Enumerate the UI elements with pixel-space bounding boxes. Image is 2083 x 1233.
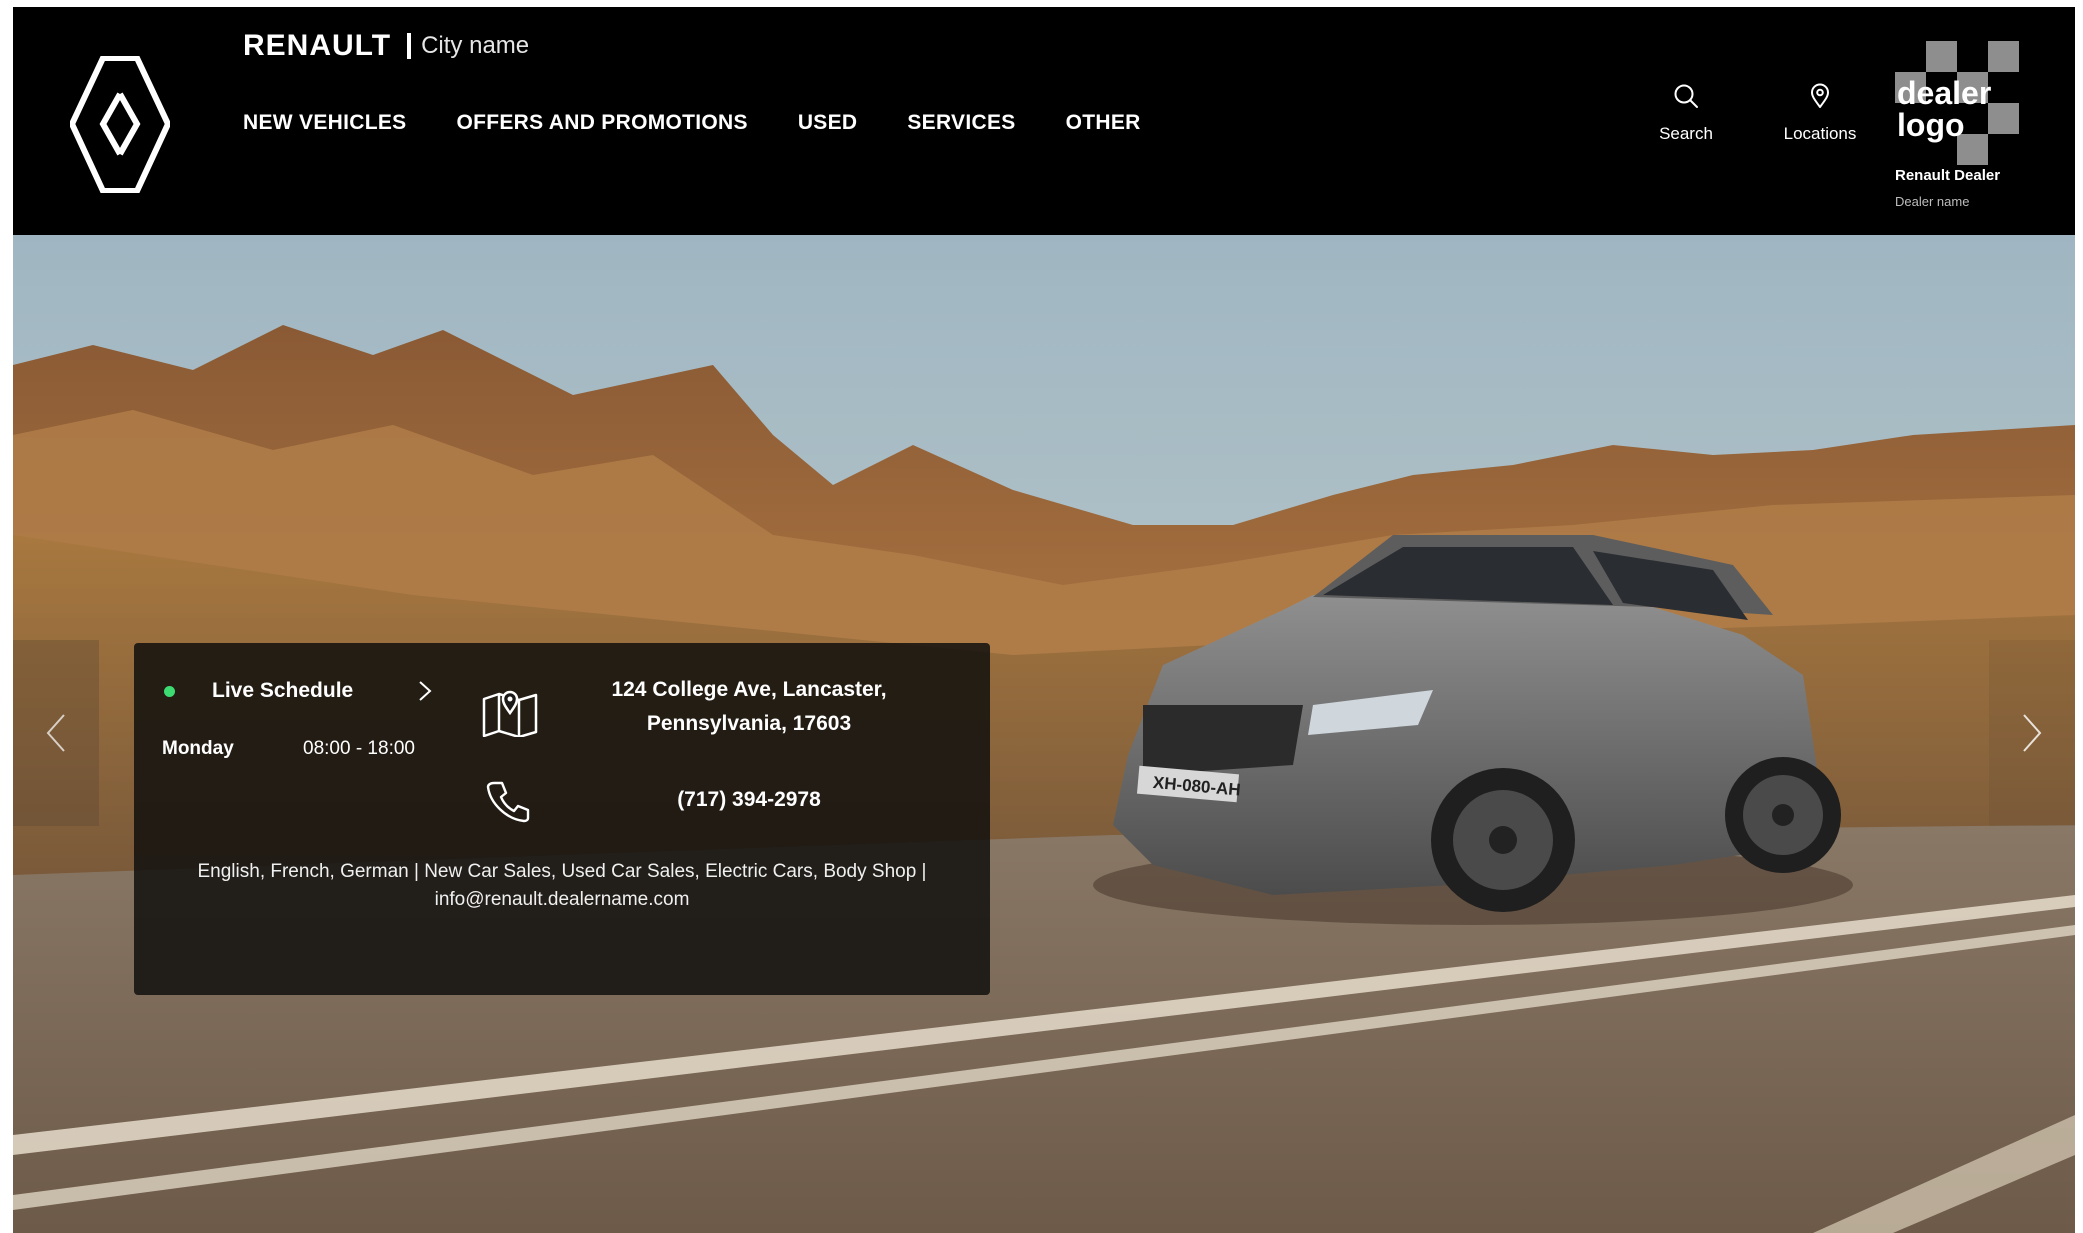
dealer-services: English, French, German | New Car Sales,…	[154, 858, 970, 914]
nav-used[interactable]: USED	[798, 111, 858, 135]
nav-offers-promotions[interactable]: OFFERS AND PROMOTIONS	[456, 111, 747, 135]
live-schedule-toggle[interactable]: Live Schedule	[164, 679, 353, 703]
schedule-hours: 08:00 - 18:00	[303, 738, 415, 759]
nav-new-vehicles[interactable]: NEW VEHICLES	[243, 111, 406, 135]
brand-divider	[407, 33, 412, 59]
search-icon	[1674, 84, 1698, 108]
dealer-block[interactable]: dealer logo Renault Dealer Dealer name	[1895, 41, 2035, 209]
search-button[interactable]: Search	[1626, 82, 1746, 144]
nav-other[interactable]: OTHER	[1066, 111, 1141, 135]
location-pin-icon	[1811, 83, 1829, 108]
locations-button[interactable]: Locations	[1760, 82, 1880, 144]
live-schedule-label: Live Schedule	[212, 679, 354, 702]
dealer-phone[interactable]: (717) 394-2978	[574, 788, 924, 812]
phone-icon	[486, 781, 530, 823]
chevron-left-icon	[46, 714, 65, 752]
page-frame: RENAULT City name NEW VEHICLES OFFERS AN…	[13, 7, 2075, 1233]
dealer-title: Renault Dealer	[1895, 167, 2001, 184]
nav-services[interactable]: SERVICES	[907, 111, 1015, 135]
brand-name[interactable]: RENAULT	[243, 29, 391, 63]
services-line: English, French, German | New Car Sales,…	[197, 861, 927, 882]
main-nav: NEW VEHICLES OFFERS AND PROMOTIONS USED …	[243, 111, 1141, 135]
locations-label: Locations	[1783, 124, 1857, 143]
dealer-address[interactable]: 124 College Ave, Lancaster, Pennsylvania…	[574, 673, 924, 741]
dealer-logo-text: dealer logo	[1897, 75, 1992, 143]
dealer-email[interactable]: info@renault.dealername.com	[154, 886, 970, 914]
dealer-info-card: Live Schedule Monday 08:00 - 18:00 124 C…	[134, 643, 990, 995]
schedule-day: Monday	[162, 738, 234, 759]
map-icon	[482, 690, 538, 737]
address-line-1: 124 College Ave, Lancaster,	[611, 678, 887, 701]
city-name: City name	[421, 32, 530, 59]
open-status-dot	[164, 685, 175, 697]
carousel-prev-button[interactable]	[13, 640, 99, 826]
site-header: RENAULT City name NEW VEHICLES OFFERS AN…	[13, 7, 2075, 235]
hero-banner: XH-080-AH Live Schedule Monday 08:00 - 1…	[13, 235, 2075, 1233]
search-label: Search	[1659, 124, 1713, 143]
carousel-next-button[interactable]	[1989, 640, 2075, 826]
chevron-right-icon	[2023, 714, 2042, 752]
dealer-name: Dealer name	[1895, 194, 1970, 209]
renault-logo-icon[interactable]	[70, 56, 170, 193]
dealer-logo: dealer logo	[1895, 41, 2019, 165]
brand-bar: RENAULT City name	[243, 29, 529, 63]
chevron-right-icon[interactable]	[417, 680, 433, 702]
address-line-2: Pennsylvania, 17603	[646, 712, 852, 735]
